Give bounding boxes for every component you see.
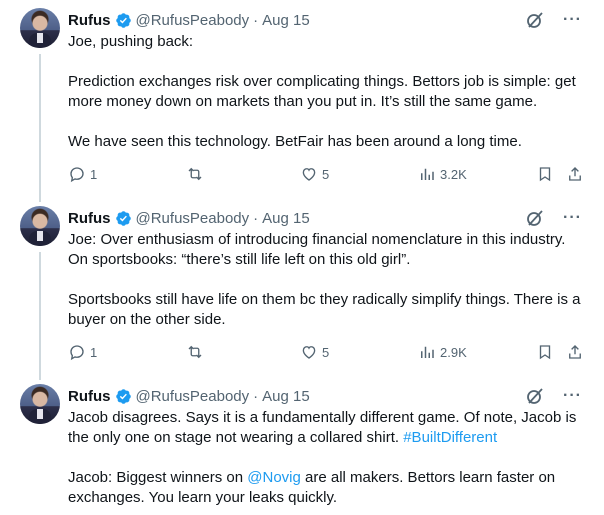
tweet-actions: 1 5 2.9K [68, 343, 588, 363]
verified-badge-icon [115, 210, 131, 226]
author-handle[interactable]: @RufusPeabody [136, 388, 250, 405]
tweet-top-icons: ··· [525, 10, 582, 30]
tweet-top-icons: ··· [525, 386, 582, 406]
more-icon[interactable]: ··· [563, 10, 582, 30]
retweet-button[interactable] [186, 165, 204, 183]
hashtag-link[interactable]: #BuiltDifferent [403, 429, 497, 446]
share-icon [569, 167, 581, 181]
tweet-date[interactable]: Aug 15 [262, 210, 310, 227]
reply-icon [70, 345, 84, 361]
views-button[interactable]: 2.9K [418, 343, 467, 361]
like-icon [302, 168, 316, 181]
author-name[interactable]: Rufus [68, 388, 111, 405]
tweet-top-icons: ··· [525, 208, 582, 228]
grok-icon[interactable] [525, 386, 545, 406]
reply-button[interactable]: 1 [68, 165, 97, 183]
reply-icon [70, 167, 84, 183]
share-button[interactable] [566, 165, 584, 183]
like-icon [302, 346, 316, 359]
tweet-date[interactable]: Aug 15 [262, 12, 310, 29]
grok-icon[interactable] [525, 208, 545, 228]
bookmark-icon [539, 345, 551, 360]
views-count: 2.9K [440, 344, 467, 360]
more-icon[interactable]: ··· [563, 208, 582, 228]
retweet-icon [188, 345, 202, 359]
tweet[interactable]: Rufus @RufusPeabody · Aug 15 ··· Joe: Ov… [0, 198, 604, 376]
bookmark-button[interactable] [536, 343, 554, 361]
tweet-header: Rufus @RufusPeabody · Aug 15 [68, 208, 310, 228]
tweet-text-part: Jacob: Biggest winners on [68, 469, 244, 486]
verified-badge-icon [115, 388, 131, 404]
avatar[interactable] [20, 206, 60, 246]
author-name[interactable]: Rufus [68, 12, 111, 29]
separator-dot: · [253, 11, 259, 29]
retweet-button[interactable] [186, 343, 204, 361]
views-button[interactable]: 3.2K [418, 165, 467, 183]
separator-dot: · [253, 387, 259, 405]
retweet-icon [188, 167, 202, 181]
tweet-thread: Rufus @RufusPeabody · Aug 15 ··· Joe, pu… [0, 0, 604, 515]
tweet-text: Joe: Over enthusiasm of introducing fina… [68, 231, 581, 328]
avatar[interactable] [20, 384, 60, 424]
tweet-header: Rufus @RufusPeabody · Aug 15 [68, 10, 310, 30]
tweet[interactable]: Rufus @RufusPeabody · Aug 15 ··· Joe, pu… [0, 0, 604, 198]
bookmark-button[interactable] [536, 165, 554, 183]
like-count: 5 [322, 344, 330, 360]
verified-badge-icon [115, 12, 131, 28]
share-button[interactable] [566, 343, 584, 361]
avatar[interactable] [20, 8, 60, 48]
like-count: 5 [322, 166, 330, 182]
like-button[interactable]: 5 [300, 165, 329, 183]
author-name[interactable]: Rufus [68, 210, 111, 227]
reply-count: 1 [90, 344, 98, 360]
tweet-actions: 1 5 3.2K [68, 165, 588, 185]
author-handle[interactable]: @RufusPeabody [136, 210, 250, 227]
tweet-text: Joe, pushing back: Prediction exchanges … [68, 33, 576, 150]
tweet-text-part: Jacob disagrees. Says it is a fundamenta… [68, 409, 581, 446]
tweet-header: Rufus @RufusPeabody · Aug 15 [68, 386, 310, 406]
views-icon [421, 168, 434, 180]
views-count: 3.2K [440, 166, 467, 182]
tweet[interactable]: Rufus @RufusPeabody · Aug 15 ··· Jacob d… [0, 376, 604, 515]
separator-dot: · [253, 209, 259, 227]
grok-icon[interactable] [525, 10, 545, 30]
reply-button[interactable]: 1 [68, 343, 97, 361]
bookmark-icon [539, 167, 551, 182]
views-icon [421, 346, 434, 358]
tweet-date[interactable]: Aug 15 [262, 388, 310, 405]
mention-link[interactable]: @Novig [247, 469, 301, 486]
author-handle[interactable]: @RufusPeabody [136, 12, 250, 29]
share-icon [569, 345, 581, 359]
like-button[interactable]: 5 [300, 343, 329, 361]
more-icon[interactable]: ··· [563, 386, 582, 406]
reply-count: 1 [90, 166, 98, 182]
tweet-text: Jacob disagrees. Says it is a fundamenta… [68, 408, 588, 508]
